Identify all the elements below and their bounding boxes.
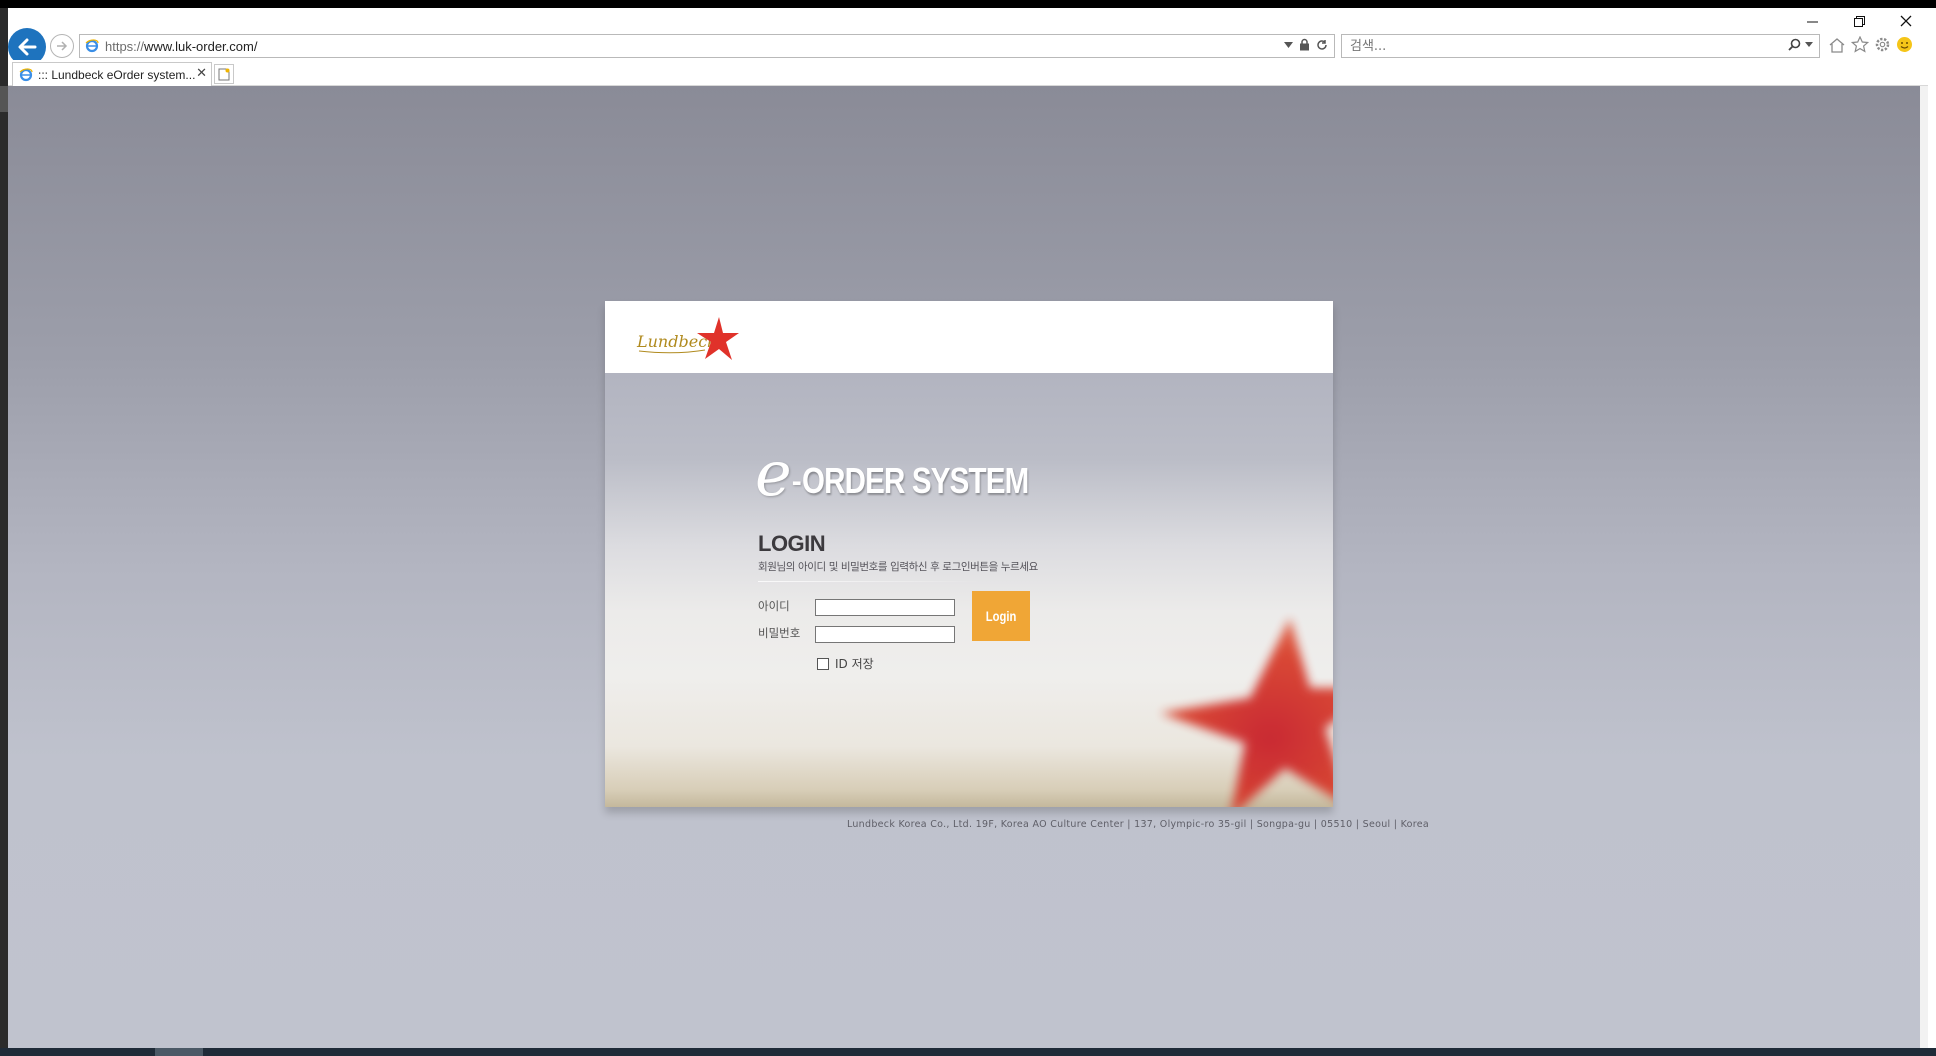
login-card: Lundbeck e - ORDER SYSTEM LOGIN 회원님의 아이디…	[605, 301, 1333, 807]
restore-icon	[1853, 15, 1865, 27]
restore-button[interactable]	[1844, 12, 1874, 30]
tab-bar: ::: Lundbeck eOrder system... ✕	[8, 60, 1928, 86]
taskbar-item[interactable]	[155, 1048, 203, 1056]
eorder-text: ORDER SYSTEM	[801, 460, 1029, 501]
save-id-row: ID 저장	[817, 655, 874, 672]
favorites-star-icon[interactable]	[1851, 36, 1869, 53]
close-icon	[1900, 15, 1912, 27]
login-button[interactable]: Login	[972, 591, 1030, 641]
dropdown-arrow-icon[interactable]	[1284, 41, 1293, 48]
url-protocol: https://	[105, 38, 145, 54]
address-bar[interactable]: https://www.luk-order.com/	[79, 34, 1335, 58]
id-input[interactable]	[815, 599, 955, 616]
login-divider	[758, 581, 983, 582]
minimize-button[interactable]	[1797, 12, 1827, 30]
new-tab-icon	[218, 68, 230, 80]
save-id-checkbox[interactable]	[817, 657, 829, 670]
decorative-star-image	[1160, 618, 1333, 807]
minimize-icon	[1806, 21, 1818, 22]
gear-icon[interactable]	[1874, 36, 1891, 53]
tab-lundbeck-eorder[interactable]: ::: Lundbeck eOrder system... ✕	[12, 62, 212, 86]
smiley-feedback-icon[interactable]	[1896, 36, 1913, 53]
search-box[interactable]	[1341, 34, 1820, 58]
card-header: Lundbeck	[605, 301, 1333, 373]
search-icon[interactable]	[1788, 38, 1801, 51]
home-icon[interactable]	[1828, 37, 1846, 53]
browser-window: https://www.luk-order.com/ 검색...::: Lun…	[0, 8, 1936, 1048]
browser-toolbar: https://www.luk-order.com/	[8, 8, 1928, 66]
taskbar	[0, 1048, 1936, 1056]
login-description: 회원님의 아이디 및 비밀번호를 입력하신 후 로그인버튼을 누르세요	[758, 561, 1038, 573]
search-input[interactable]	[1348, 35, 1772, 57]
password-label: 비밀번호	[758, 626, 801, 640]
left-edge-strip	[0, 8, 8, 1048]
page-scrollbar[interactable]	[1920, 86, 1928, 1048]
left-edge-highlight	[0, 86, 8, 112]
page-viewport: Lundbeck e - ORDER SYSTEM LOGIN 회원님의 아이디…	[8, 86, 1928, 1048]
refresh-icon[interactable]	[1316, 39, 1328, 51]
url-host: www.luk-order.com/	[144, 38, 258, 54]
footer-address: Lundbeck Korea Co., Ltd. 19F, Korea AO C…	[8, 819, 1928, 830]
footer-text: Lundbeck Korea Co., Ltd. 19F, Korea AO C…	[846, 819, 1430, 830]
eorder-dash: -	[791, 465, 802, 498]
arrow-left-icon	[18, 38, 37, 56]
lock-icon[interactable]	[1299, 38, 1310, 51]
card-body: e - ORDER SYSTEM LOGIN 회원님의 아이디 및 비밀번호를 …	[605, 373, 1333, 807]
arrow-right-icon	[57, 41, 68, 51]
password-input[interactable]	[815, 626, 955, 643]
lundbeck-logo: Lundbeck	[636, 317, 739, 360]
search-dropdown-icon[interactable]	[1805, 42, 1813, 47]
ie-page-icon	[85, 39, 99, 53]
eorder-system-title: e - ORDER SYSTEM	[755, 443, 1078, 505]
address-url[interactable]: https://www.luk-order.com/	[105, 39, 257, 54]
login-heading: LOGIN	[758, 531, 826, 556]
close-window-button[interactable]	[1891, 12, 1921, 30]
ie-tab-icon	[19, 67, 33, 81]
eorder-e: e	[755, 437, 792, 510]
id-label: 아이디	[758, 599, 790, 613]
forward-button[interactable]	[50, 34, 74, 58]
tab-close-icon[interactable]: ✕	[196, 66, 207, 81]
save-id-label[interactable]: ID 저장	[835, 655, 874, 672]
login-button-label: Login	[985, 608, 1017, 624]
tab-title: ::: Lundbeck eOrder system...	[38, 67, 196, 82]
new-tab-button[interactable]	[214, 64, 234, 84]
